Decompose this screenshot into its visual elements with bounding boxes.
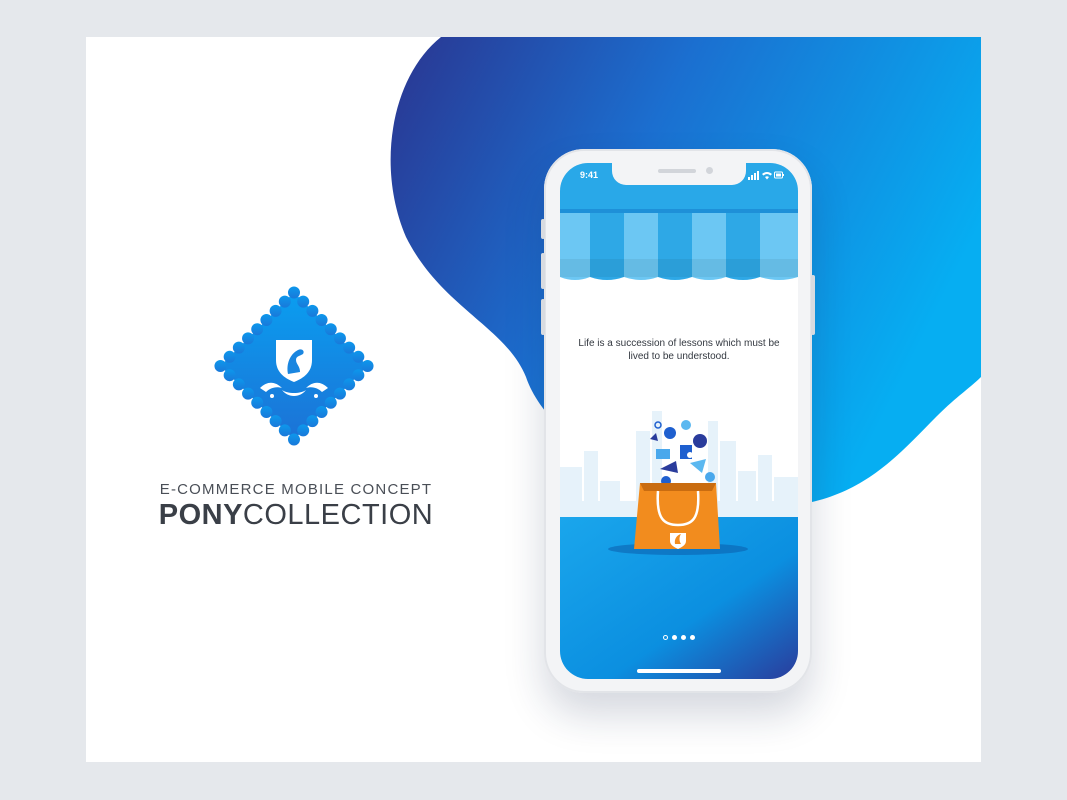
concept-subtitle: E-COMMERCE MOBILE CONCEPT (159, 481, 433, 498)
onboarding-pager (560, 629, 798, 641)
phone-volume-up-button (541, 253, 545, 289)
wifi-icon (762, 172, 772, 180)
status-time: 9:41 (580, 170, 599, 180)
front-camera (706, 167, 713, 174)
phone-notch (612, 163, 746, 185)
home-indicator[interactable] (637, 669, 721, 673)
shopping-bag-icon (634, 483, 720, 549)
battery-icon (774, 171, 784, 179)
brand-title-bold: PONY (158, 499, 243, 531)
speaker-grille (658, 169, 696, 173)
brand-title: PONYCOLLECTION (86, 499, 506, 532)
onboarding-quote: Life is a succession of lessons which mu… (578, 338, 780, 362)
signal-icon (748, 171, 759, 180)
pony-shield-logo-icon (214, 286, 374, 446)
brand-title-light: COLLECTION (242, 499, 434, 531)
phone-power-button (811, 275, 815, 335)
phone-volume-down-button (541, 299, 545, 335)
awning-icon (560, 209, 798, 280)
presentation-card: E-COMMERCE MOBILE CONCEPT PONYCOLLECTION… (86, 37, 981, 762)
status-icons (748, 171, 784, 180)
phone-screen: 9:41 Life is a succession of lessons whi… (560, 163, 798, 679)
phone-mockup: 9:41 Life is a succession of lessons whi… (541, 149, 815, 693)
phone-side-button (541, 219, 545, 239)
